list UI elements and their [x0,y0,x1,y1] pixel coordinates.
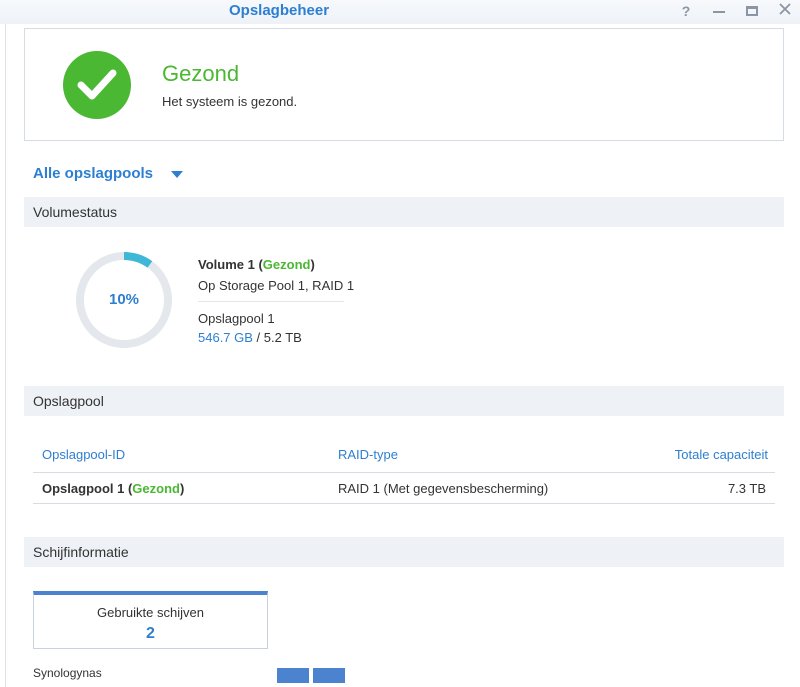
minimize-icon[interactable] [710,2,728,20]
health-card: Gezond Het systeem is gezond. [24,28,784,141]
used-disks-label: Gebruikte schijven [97,605,204,620]
help-icon[interactable]: ? [677,2,695,20]
volume-location: Op Storage Pool 1, RAID 1 [198,278,355,293]
divider [198,301,344,302]
window-titlebar: Opslagbeheer ? [0,0,800,24]
section-title: Opslagpool [33,393,104,409]
volume-title[interactable]: Volume 1 (Gezond) [198,257,315,272]
column-header-raid-type[interactable]: RAID-type [338,447,398,462]
nas-host-name: Synologynas [33,666,102,680]
volume-health-badge: Gezond [262,257,311,272]
volume-pool: Opslagpool 1 [198,311,275,326]
capacity-cell: 7.3 TB [727,481,766,496]
chevron-down-icon[interactable] [171,171,183,178]
health-message: Het systeem is gezond. [162,94,298,109]
pool-id-cell: Opslagpool 1 (Gezond) [42,481,185,496]
maximize-icon[interactable] [743,2,761,20]
section-title: Schijfinformatie [33,544,129,560]
used-capacity: 546.7 GB [198,330,253,345]
table-row-divider [33,503,775,504]
used-disks-card[interactable]: Gebruikte schijven 2 [33,591,268,649]
close-icon[interactable] [776,2,794,20]
table-header-divider [33,472,775,473]
pool-selector-dropdown[interactable]: Alle opslagpools [33,165,153,182]
section-title: Volumestatus [33,204,118,220]
used-disks-count: 2 [146,625,155,642]
app-title: Opslagbeheer [229,2,330,19]
usage-percent: 10% [108,291,140,308]
health-status: Gezond [162,61,240,86]
volume-name: Volume 1 [198,257,255,272]
column-header-pool-id[interactable]: Opslagpool-ID [42,447,125,462]
capacity-separator: / [252,330,264,345]
checkmark-icon [63,51,131,119]
total-capacity: 5.2 TB [263,330,302,345]
disk-slot[interactable] [277,668,309,683]
panel-divider [5,24,6,687]
volume-capacity: 546.7 GB / 5.2 TB [198,330,302,345]
column-header-capacity[interactable]: Totale capaciteit [600,447,768,462]
pool-health-badge: Gezond [132,481,180,496]
raid-type-cell: RAID 1 (Met gegevensbescherming) [338,481,549,496]
disk-slot[interactable] [313,668,345,683]
disk-info-header: Schijfinformatie [24,537,784,567]
storage-pool-header: Opslagpool [24,386,784,416]
volume-status-header: Volumestatus [24,197,784,227]
pool-name: Opslagpool 1 [42,481,125,496]
